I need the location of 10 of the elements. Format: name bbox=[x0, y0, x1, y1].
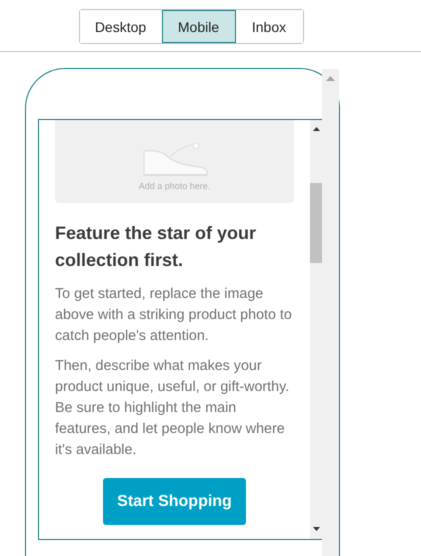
outer-scrollbar[interactable] bbox=[322, 69, 339, 556]
preview-paragraph: Then, describe what makes your product unique, useful, or gift-worthy. Be sure to highlight the main features, and let people know where it's available. bbox=[55, 357, 290, 460]
photo-hint: Add a photo here. bbox=[138, 181, 210, 191]
preview-heading: Feature the star of your collection first. bbox=[55, 222, 258, 272]
inner-scrollbar[interactable] bbox=[310, 120, 323, 539]
scroll-down-icon[interactable] bbox=[313, 527, 320, 531]
preview-paragraph: To get started, replace the image above with a striking product photo to catch people's attention. bbox=[55, 285, 293, 346]
scroll-thumb[interactable] bbox=[310, 183, 322, 263]
view-tab[interactable]: Mobile bbox=[162, 10, 236, 43]
scroll-up-icon[interactable] bbox=[313, 127, 320, 131]
